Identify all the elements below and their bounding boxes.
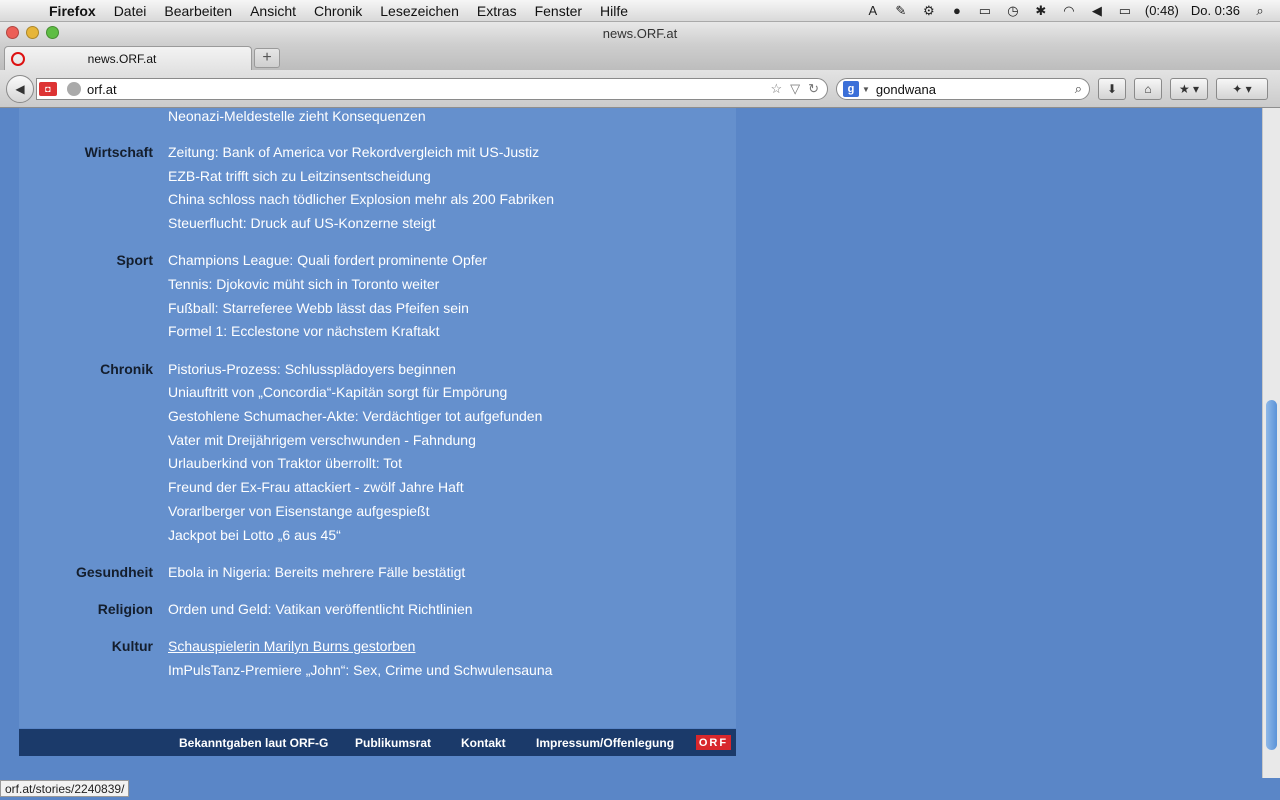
menu-bar: Firefox Datei Bearbeiten Ansicht Chronik… [0, 0, 1280, 22]
window-titlebar: news.ORF.at [0, 22, 1280, 44]
tab-strip: news.ORF.at + [0, 44, 1280, 70]
headline-link[interactable]: Uniauftritt von „Concordia“-Kapitän sorg… [168, 384, 507, 400]
display-icon[interactable]: ▭ [977, 3, 993, 18]
orf-favicon-icon [11, 51, 25, 66]
window-controls [6, 26, 59, 39]
menu-hilfe[interactable]: Hilfe [591, 3, 637, 19]
headline-link[interactable]: Freund der Ex-Frau attackiert - zwölf Ja… [168, 479, 464, 495]
headline-link[interactable]: Steuerflucht: Druck auf US-Konzerne stei… [168, 215, 436, 231]
bookmark-star-icon[interactable]: ☆ [770, 81, 782, 97]
headline-link[interactable]: Formel 1: Ecclestone vor nächstem Krafta… [168, 323, 440, 339]
headline-link[interactable]: EZB-Rat trifft sich zu Leitzinsentscheid… [168, 168, 431, 184]
web-page: Neonazi-Meldestelle zieht Konsequenzen W… [0, 108, 1262, 778]
status-bar: orf.at/stories/2240839/ [0, 778, 1280, 800]
menu-extras-area: A ✎ ⚙ ● ▭ ◷ ✱ ◠ ◀ ▭ (0:48) Do. 0:36 ⌕ [865, 3, 1280, 19]
footer-link-bekanntgaben[interactable]: Bekanntgaben laut ORF-G [179, 736, 328, 750]
headline-link[interactable]: Gestohlene Schumacher-Akte: Verdächtiger… [168, 408, 542, 424]
section-label-gesundheit[interactable]: Gesundheit [19, 564, 153, 580]
headline-link[interactable]: Ebola in Nigeria: Bereits mehrere Fälle … [168, 564, 465, 580]
google-icon[interactable]: g [843, 81, 859, 97]
headline-link-hovered[interactable]: Schauspielerin Marilyn Burns gestorben [168, 638, 415, 654]
spotlight-search-icon[interactable]: ⌕ [1252, 3, 1268, 18]
menu-datei[interactable]: Datei [105, 3, 156, 19]
section-label-sport[interactable]: Sport [19, 252, 153, 268]
url-bar[interactable]: ◘ orf.at ☆ ▽ ↻ [36, 78, 828, 100]
clock[interactable]: Do. 0:36 [1191, 3, 1240, 18]
page-footer: Bekanntgaben laut ORF-G Publikumsrat Kon… [19, 729, 736, 756]
headline-link[interactable]: Vorarlberger von Eisenstange aufgespießt [168, 503, 430, 519]
search-icon[interactable]: ⌕ [1075, 81, 1089, 97]
battery-time[interactable]: (0:48) [1145, 3, 1179, 18]
close-window-button[interactable] [6, 26, 19, 39]
section-label-chronik[interactable]: Chronik [19, 361, 153, 377]
section-label-kultur[interactable]: Kultur [19, 638, 153, 654]
volume-icon[interactable]: ◀ [1089, 3, 1105, 18]
section-label-religion[interactable]: Religion [19, 601, 153, 617]
download-button[interactable]: ⬇ [1098, 78, 1126, 100]
menu-lesezeichen[interactable]: Lesezeichen [371, 3, 468, 19]
reload-icon[interactable]: ↻ [808, 81, 819, 97]
footer-link-publikumsrat[interactable]: Publikumsrat [355, 736, 431, 750]
headline-link[interactable]: Neonazi-Meldestelle zieht Konsequenzen [168, 108, 426, 124]
tab-news-orf[interactable]: news.ORF.at [4, 46, 252, 70]
history-dropdown-icon[interactable]: ▽ [790, 81, 800, 97]
headline-link[interactable]: Tennis: Djokovic müht sich in Toronto we… [168, 276, 439, 292]
site-identity-icon[interactable] [67, 82, 81, 96]
footer-link-kontakt[interactable]: Kontakt [461, 736, 506, 750]
headline-link[interactable]: Champions League: Quali fordert prominen… [168, 252, 487, 268]
headline-link[interactable]: Vater mit Dreijährigem verschwunden - Fa… [168, 432, 476, 448]
back-button[interactable]: ◀ [6, 75, 34, 103]
headline-link[interactable]: Urlauberkind von Traktor überrollt: Tot [168, 455, 402, 471]
engine-dropdown-icon[interactable]: ▼ [862, 85, 870, 94]
url-input[interactable]: orf.at [87, 82, 770, 97]
menu-bearbeiten[interactable]: Bearbeiten [155, 3, 241, 19]
adobe-icon[interactable]: A [865, 3, 881, 18]
zoom-window-button[interactable] [46, 26, 59, 39]
section-label-wirtschaft[interactable]: Wirtschaft [19, 144, 153, 160]
search-bar[interactable]: g ▼ gondwana ⌕ [836, 78, 1090, 100]
status-link-url: orf.at/stories/2240839/ [0, 780, 130, 797]
headline-link[interactable]: Fußball: Starreferee Webb lässt das Pfei… [168, 300, 469, 316]
headline-link[interactable]: Orden und Geld: Vatikan veröffentlicht R… [168, 601, 473, 617]
minimize-window-button[interactable] [26, 26, 39, 39]
battery-icon[interactable]: ▭ [1117, 3, 1133, 18]
scrollbar-thumb[interactable] [1266, 400, 1277, 750]
news-list-panel: Neonazi-Meldestelle zieht Konsequenzen W… [19, 108, 736, 728]
gear-icon[interactable]: ⚙ [921, 3, 937, 18]
home-button[interactable]: ⌂ [1134, 78, 1162, 100]
headline-link[interactable]: ImPulsTanz-Premiere „John“: Sex, Crime u… [168, 662, 552, 678]
window-title: news.ORF.at [602, 25, 678, 41]
footer-link-impressum[interactable]: Impressum/Offenlegung [536, 736, 674, 750]
menu-app[interactable]: Firefox [40, 3, 105, 19]
addon-icon[interactable]: ◘ [39, 82, 57, 96]
navigation-toolbar: ◀ ◘ orf.at ☆ ▽ ↻ g ▼ gondwana ⌕ ⬇ ⌂ ★ ▾ … [0, 70, 1280, 108]
headline-link[interactable]: Pistorius-Prozess: Schlussplädoyers begi… [168, 361, 456, 377]
new-tab-button[interactable]: + [254, 48, 280, 68]
menu-chronik[interactable]: Chronik [305, 3, 371, 19]
tab-label: news.ORF.at [87, 51, 157, 66]
bookmarks-button[interactable]: ★ ▾ [1170, 78, 1208, 100]
menu-extras[interactable]: Extras [468, 3, 526, 19]
headline-link[interactable]: China schloss nach tödlicher Explosion m… [168, 191, 554, 207]
headline-link[interactable]: Zeitung: Bank of America vor Rekordvergl… [168, 144, 539, 160]
page-scrollbar[interactable] [1262, 108, 1280, 778]
headline-link[interactable]: Jackpot bei Lotto „6 aus 45“ [168, 527, 341, 543]
pen-icon[interactable]: ✎ [893, 3, 909, 18]
wifi-icon[interactable]: ◠ [1061, 3, 1077, 18]
menu-ansicht[interactable]: Ansicht [241, 3, 305, 19]
bluetooth-icon[interactable]: ✱ [1033, 3, 1049, 18]
addon-menu-button[interactable]: ✦ ▾ [1216, 78, 1268, 100]
search-input[interactable]: gondwana [876, 82, 1075, 97]
menu-fenster[interactable]: Fenster [526, 3, 591, 19]
time-machine-icon[interactable]: ◷ [1005, 3, 1021, 18]
disc-icon[interactable]: ● [949, 3, 965, 18]
orf-logo[interactable]: ORF [696, 735, 731, 750]
